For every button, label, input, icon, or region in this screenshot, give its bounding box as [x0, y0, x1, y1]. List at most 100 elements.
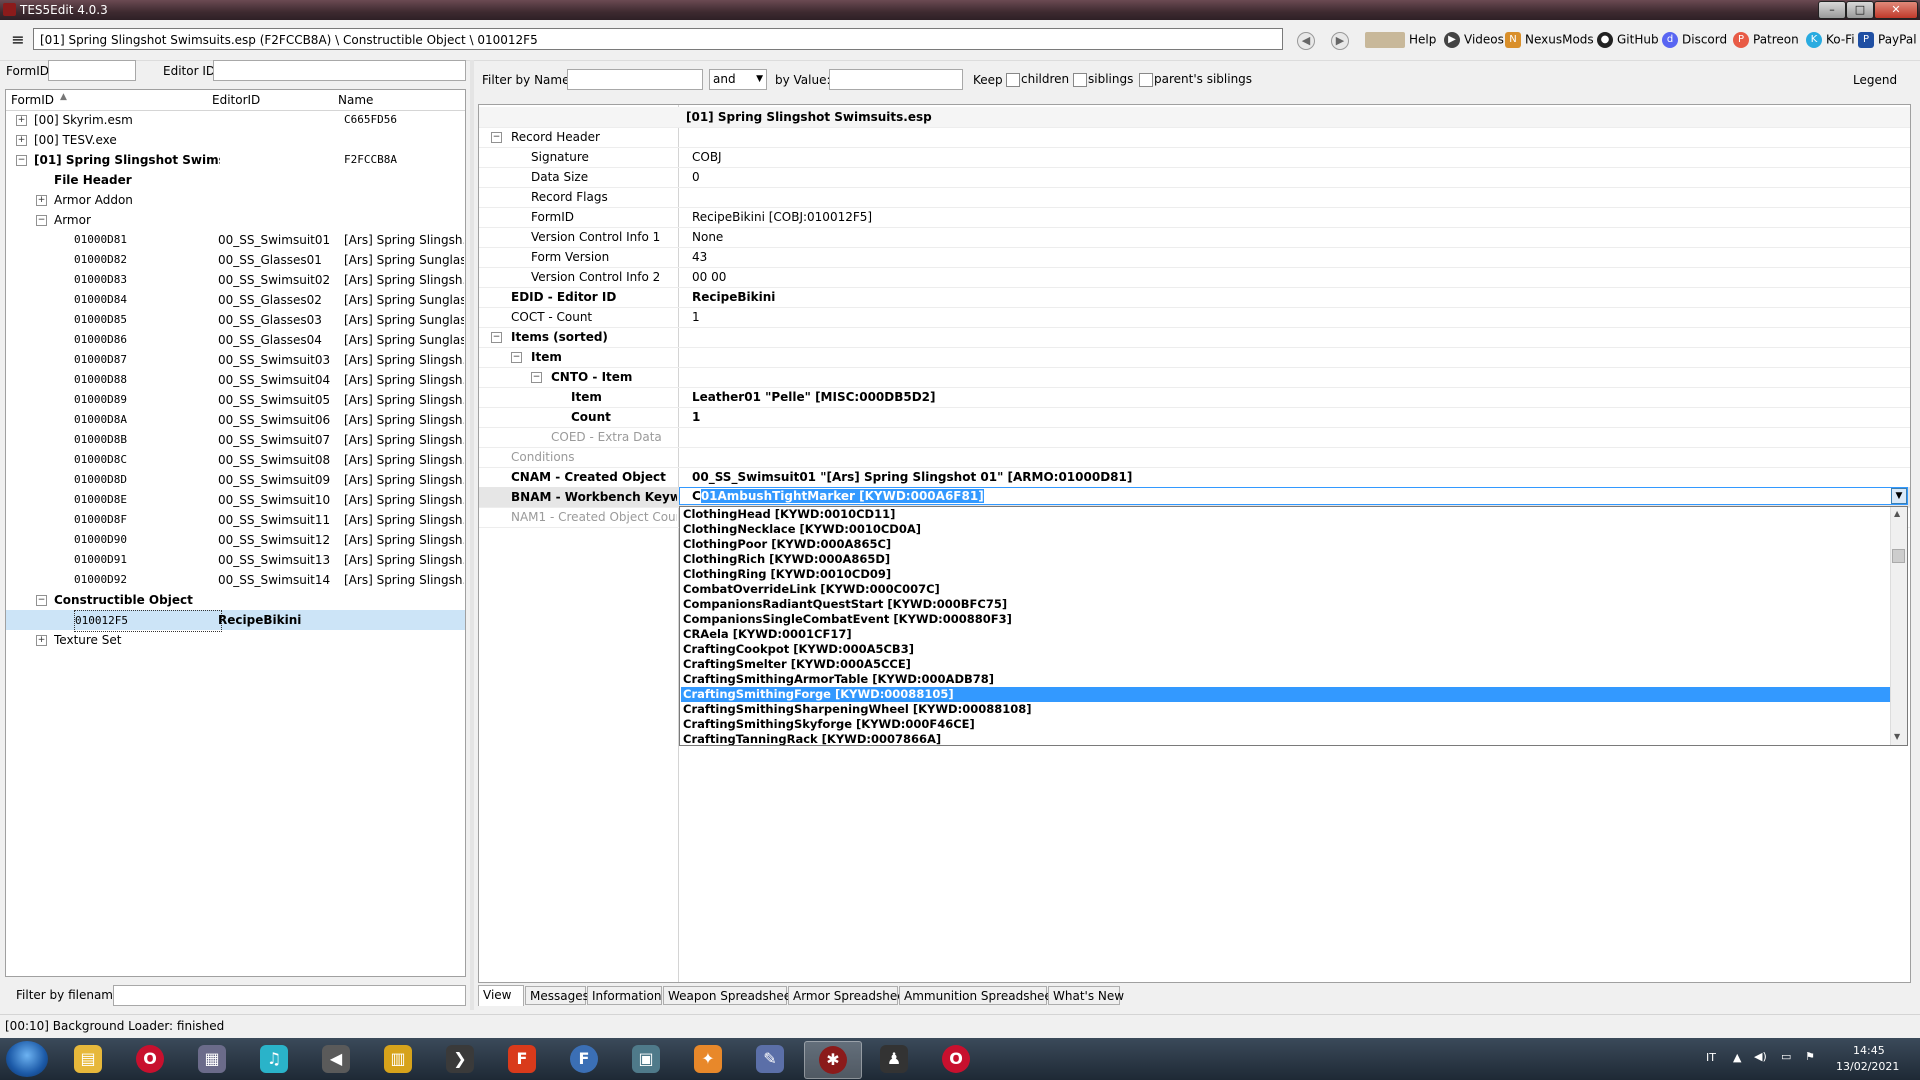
dropdown-option[interactable]: ClothingPoor [KYWD:000A865C] [681, 537, 1890, 552]
collapse-icon[interactable]: − [491, 332, 502, 343]
dropdown-option[interactable]: CraftingSmithingForge [KYWD:00088105] [681, 687, 1890, 702]
network-icon[interactable]: ▭ [1781, 1050, 1791, 1063]
videos-link[interactable]: ▶ Videos [1444, 32, 1504, 48]
grid-row[interactable]: − Record Header [479, 127, 1910, 148]
minimize-button[interactable]: – [1818, 1, 1846, 19]
taskbar-app-5[interactable]: ◀ [308, 1041, 364, 1077]
dropdown-option[interactable]: ClothingHead [KYWD:0010CD11] [681, 507, 1890, 522]
expand-icon[interactable]: + [36, 195, 47, 206]
editorid-filter-input[interactable] [213, 60, 466, 81]
tree-row[interactable]: 01000D91 00_SS_Swimsuit13 [Ars] Spring Sli… [6, 550, 465, 570]
language-indicator[interactable]: IT [1706, 1051, 1716, 1064]
collapse-icon[interactable]: − [491, 132, 502, 143]
tab-weapon-spreadsheet[interactable]: Weapon Spreadsheet [663, 986, 796, 1005]
collapse-icon[interactable]: − [36, 595, 47, 606]
taskbar-app-7[interactable]: ❯ [432, 1041, 488, 1077]
grid-row[interactable]: Count 1 [479, 407, 1910, 428]
grid-row[interactable]: Version Control Info 1 None [479, 227, 1910, 248]
dropdown-option[interactable]: ClothingRing [KYWD:0010CD09] [681, 567, 1890, 582]
dropdown-scrollbar[interactable]: ▲ ▼ [1890, 507, 1907, 745]
help-link[interactable]: Help [1365, 32, 1436, 48]
tree-row[interactable]: 01000D8F 00_SS_Swimsuit11 [Ars] Spring Sli… [6, 510, 465, 530]
expand-icon[interactable]: + [16, 115, 27, 126]
taskbar-app-12[interactable]: ✎ [742, 1041, 798, 1077]
tree-row[interactable]: − Constructible Object [6, 590, 465, 610]
volume-icon[interactable]: ◀) [1754, 1050, 1767, 1063]
taskbar-app-11[interactable]: ✦ [680, 1041, 736, 1077]
tab-what-s-new[interactable]: What's New [1048, 986, 1124, 1005]
tab-armor-spreadsheet[interactable]: Armor Spreadsheet [788, 986, 909, 1005]
tree-row[interactable]: 01000D84 00_SS_Glasses02 [Ars] Spring Sung… [6, 290, 465, 310]
record-path-field[interactable]: [01] Spring Slingshot Swimsuits.esp (F2F… [33, 28, 1283, 50]
taskbar-opera-2[interactable]: O [928, 1041, 984, 1077]
expand-icon[interactable]: + [36, 635, 47, 646]
dropdown-option[interactable]: CompanionsRadiantQuestStart [KYWD:000BFC… [681, 597, 1890, 612]
dropdown-option[interactable]: ClothingRich [KYWD:000A865D] [681, 552, 1890, 567]
tree-row[interactable]: − Armor [6, 210, 465, 230]
paypal-link[interactable]: P PayPal [1858, 32, 1917, 48]
clock-time[interactable]: 14:45 [1853, 1044, 1885, 1057]
back-icon[interactable]: ◀ [1297, 32, 1315, 50]
tab-messages[interactable]: Messages [525, 986, 589, 1005]
taskbar-app-10[interactable]: ▣ [618, 1041, 674, 1077]
column-formid[interactable]: FormID [11, 93, 54, 107]
children-checkbox[interactable] [1006, 73, 1020, 87]
github-link[interactable]: ● GitHub [1597, 32, 1659, 48]
grid-row[interactable]: − CNTO - Item [479, 367, 1910, 388]
filter-value-input[interactable] [829, 69, 963, 90]
taskbar-app-9[interactable]: F [556, 1041, 612, 1077]
formid-filter-input[interactable] [48, 60, 136, 81]
collapse-icon[interactable]: − [36, 215, 47, 226]
tree-row[interactable]: + [00] TESV.exe [6, 130, 465, 150]
patreon-link[interactable]: P Patreon [1733, 32, 1799, 48]
tree-row[interactable]: 01000D86 00_SS_Glasses04 [Ars] Spring Sung… [6, 330, 465, 350]
taskbar-app-14[interactable]: ♟ [866, 1041, 922, 1077]
tree-row[interactable]: 010012F5 RecipeBikini [6, 610, 465, 632]
tree-row[interactable]: 01000D81 00_SS_Swimsuit01 [Ars] Spring Sli… [6, 230, 465, 250]
dropdown-option[interactable]: CraftingTanningRack [KYWD:0007866A] [681, 732, 1890, 745]
dropdown-option[interactable]: CombatOverrideLink [KYWD:000C007C] [681, 582, 1890, 597]
grid-row[interactable]: COCT - Count 1 [479, 307, 1910, 328]
collapse-icon[interactable]: − [531, 372, 542, 383]
tree-row[interactable]: 01000D90 00_SS_Swimsuit12 [Ars] Spring Sli… [6, 530, 465, 550]
tab-view[interactable]: View [478, 985, 524, 1006]
siblings-checkbox[interactable] [1073, 73, 1087, 87]
clock-date[interactable]: 13/02/2021 [1836, 1060, 1899, 1073]
maximize-button[interactable]: □ [1846, 1, 1874, 19]
grid-row[interactable]: Signature COBJ [479, 147, 1910, 168]
panel-splitter[interactable] [470, 60, 474, 1010]
legend-button[interactable]: Legend [1853, 73, 1897, 87]
tree-row[interactable]: 01000D8C 00_SS_Swimsuit08 [Ars] Spring Sli… [6, 450, 465, 470]
dropdown-option[interactable]: CraftingSmelter [KYWD:000A5CCE] [681, 657, 1890, 672]
tree-row[interactable]: 01000D87 00_SS_Swimsuit03 [Ars] Spring Sli… [6, 350, 465, 370]
bnam-value-editor[interactable]: C01AmbushTightMarker [KYWD:000A6F81] [679, 487, 1908, 505]
dropdown-option[interactable]: ClothingNecklace [KYWD:0010CD0A] [681, 522, 1890, 537]
scroll-thumb[interactable] [1892, 549, 1905, 563]
taskbar-app-4[interactable]: ♫ [246, 1041, 302, 1077]
forward-icon[interactable]: ▶ [1331, 32, 1349, 50]
tree-row[interactable]: 01000D89 00_SS_Swimsuit05 [Ars] Spring Sli… [6, 390, 465, 410]
tree-row[interactable]: 01000D8E 00_SS_Swimsuit10 [Ars] Spring Sli… [6, 490, 465, 510]
parents-siblings-checkbox[interactable] [1139, 73, 1153, 87]
tree-row[interactable]: −[01] Spring Slingshot Swimsuits.esp F2FC… [6, 150, 465, 170]
tree-row[interactable]: 01000D82 00_SS_Glasses01 [Ars] Spring Sung… [6, 250, 465, 270]
grid-row[interactable]: Conditions [479, 447, 1910, 468]
tree-row[interactable]: 01000D85 00_SS_Glasses03 [Ars] Spring Sung… [6, 310, 465, 330]
dropdown-arrow-icon[interactable]: ▼ [1891, 488, 1907, 504]
kofi-link[interactable]: K Ko-Fi [1806, 32, 1855, 48]
tree-row[interactable]: File Header [6, 170, 465, 190]
tree-row[interactable]: 01000D8B 00_SS_Swimsuit07 [Ars] Spring Sli… [6, 430, 465, 450]
tree-row[interactable]: 01000D8D 00_SS_Swimsuit09 [Ars] Spring Sli… [6, 470, 465, 490]
collapse-icon[interactable]: − [16, 155, 27, 166]
taskbar-app-3[interactable]: ▦ [184, 1041, 240, 1077]
column-name[interactable]: Name [338, 93, 373, 107]
column-editorid[interactable]: EditorID [212, 93, 260, 107]
main-menu-icon[interactable]: ≡ [8, 30, 28, 50]
dropdown-option[interactable]: CompanionsSingleCombatEvent [KYWD:000880… [681, 612, 1890, 627]
expand-icon[interactable]: + [16, 135, 27, 146]
scroll-down-icon[interactable]: ▼ [1894, 732, 1900, 741]
tree-row[interactable]: 01000D83 00_SS_Swimsuit02 [Ars] Spring Sli… [6, 270, 465, 290]
grid-row[interactable]: Version Control Info 2 00 00 [479, 267, 1910, 288]
grid-row[interactable]: − Item [479, 347, 1910, 368]
filter-filename-input[interactable] [113, 985, 466, 1006]
